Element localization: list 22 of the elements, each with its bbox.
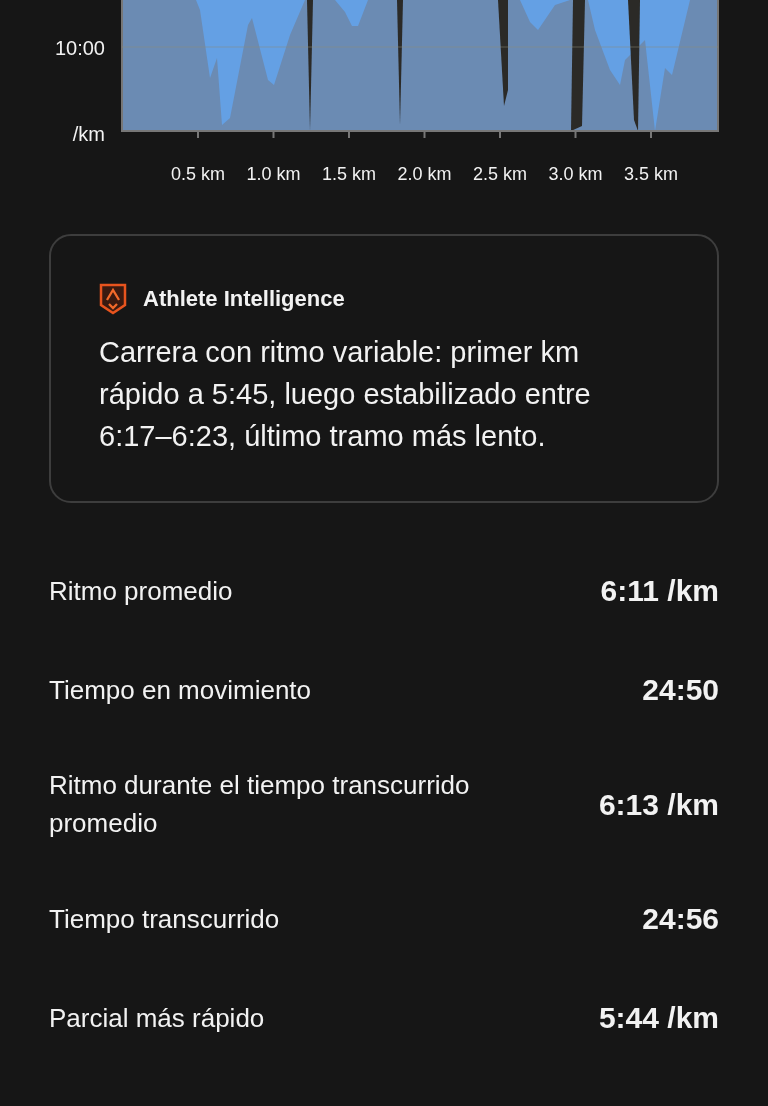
card-title: Athlete Intelligence: [143, 285, 345, 313]
axis-label: 1.0 km: [246, 164, 301, 184]
stat-label: Tiempo transcurrido: [49, 902, 280, 936]
axis-label: 3.5 km: [624, 164, 678, 184]
axis-label: 3.0 km: [548, 164, 603, 184]
axis-label: 2.0 km: [397, 164, 452, 184]
axis-label: 2.5 km: [473, 164, 527, 184]
stat-value: 24:56: [642, 901, 719, 937]
stat-value: 5:44 /km: [598, 1000, 719, 1036]
stat-value: 6:13 /km: [598, 786, 719, 823]
axis-label: /km: [72, 123, 105, 145]
axis-label: 10:00: [54, 37, 105, 59]
stat-label: Ritmo durante el tiempo transcurrido promedio: [49, 769, 471, 840]
axis-label: 0.5 km: [171, 164, 225, 184]
stat-label: Tiempo en movimiento: [49, 673, 312, 707]
insight-text: Carrera con ritmo variable: primer km rápido a 5:45, luego estabilizado entre 6:17–6:23, último tramo más lento.: [99, 335, 592, 454]
stat-value: 24:50: [642, 672, 719, 708]
shield-icon: [99, 282, 127, 315]
axis-label: 1.5 km: [322, 164, 376, 184]
stat-value: 6:11 /km: [600, 573, 719, 609]
stat-label: Parcial más rápido: [49, 1001, 265, 1035]
stat-label: Ritmo promedio: [49, 574, 233, 608]
